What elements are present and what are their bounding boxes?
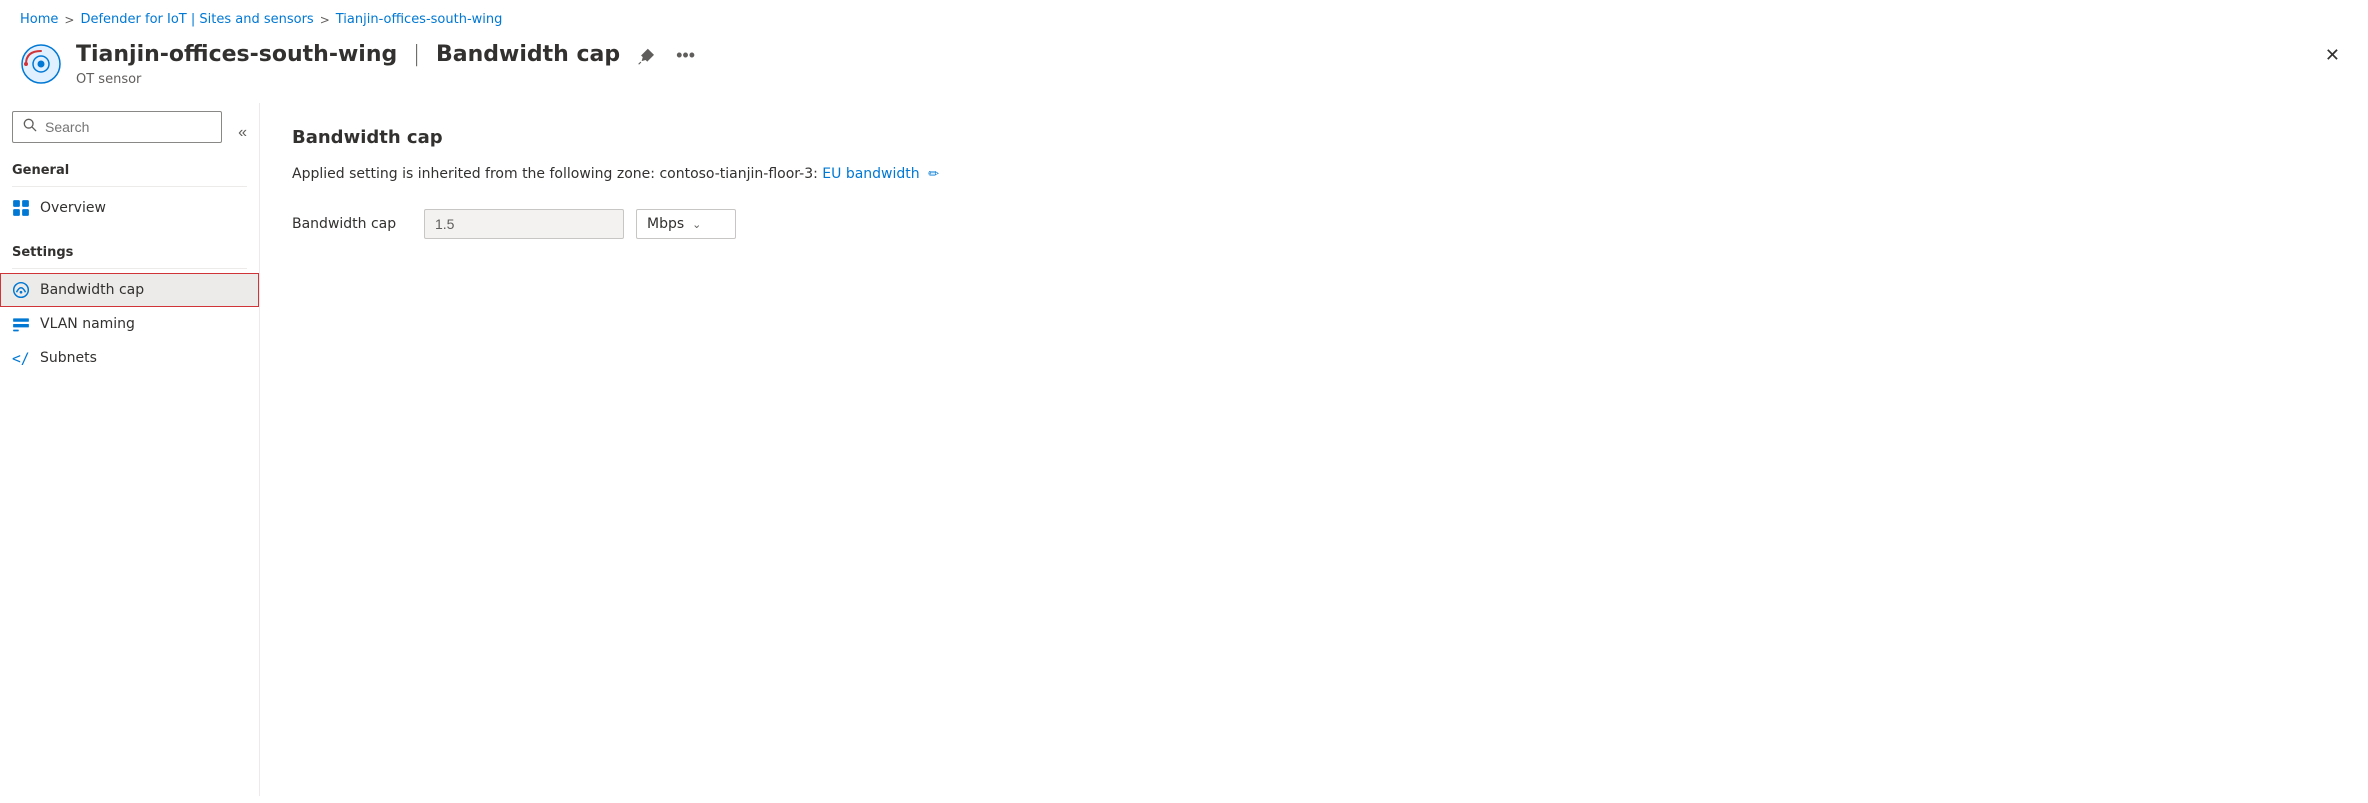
overview-label: Overview — [40, 200, 106, 216]
title-separator: | — [413, 42, 420, 67]
header-text: Tianjin-offices-south-wing | Bandwidth c… — [76, 41, 2297, 87]
search-icon — [23, 118, 37, 136]
page-header-row: Tianjin-offices-south-wing | Bandwidth c… — [0, 35, 2368, 103]
unit-select[interactable]: Mbps ⌄ — [636, 209, 736, 239]
content-title: Bandwidth cap — [292, 127, 2336, 148]
page-header: Tianjin-offices-south-wing | Bandwidth c… — [20, 41, 2317, 103]
sensor-subtitle: OT sensor — [76, 72, 2297, 87]
vlan-naming-label: VLAN naming — [40, 316, 135, 332]
bandwidth-cap-form-row: Bandwidth cap Mbps ⌄ — [292, 209, 2336, 239]
subnets-label: Subnets — [40, 350, 97, 366]
chevron-down-icon: ⌄ — [692, 218, 701, 231]
page-title: Tianjin-offices-south-wing | Bandwidth c… — [76, 41, 620, 70]
sidebar: « General Overview Settings — [0, 103, 260, 796]
search-input[interactable] — [45, 119, 211, 135]
close-button[interactable]: ✕ — [2317, 41, 2348, 70]
sensor-icon — [20, 43, 62, 85]
sidebar-item-overview[interactable]: Overview — [0, 191, 259, 225]
breadcrumb-sep-1: > — [64, 13, 74, 27]
selected-unit-label: Mbps — [647, 216, 684, 232]
collapse-sidebar-button[interactable]: « — [234, 120, 251, 146]
breadcrumb-home[interactable]: Home — [20, 12, 58, 27]
bandwidth-cap-form-label: Bandwidth cap — [292, 216, 412, 232]
breadcrumb-sep-2: > — [320, 13, 330, 27]
search-row: « — [0, 103, 259, 155]
inherited-text: Applied setting is inherited from the fo… — [292, 166, 818, 182]
sidebar-item-vlan-naming[interactable]: VLAN naming — [0, 307, 259, 341]
inherited-notice: Applied setting is inherited from the fo… — [292, 164, 2336, 185]
settings-divider — [12, 268, 247, 269]
more-options-button[interactable]: ••• — [670, 41, 701, 70]
inherited-link[interactable]: EU bandwidth — [822, 166, 919, 182]
subnets-icon: </> — [12, 349, 30, 367]
settings-section-label: Settings — [0, 237, 259, 264]
content-area: Bandwidth cap Applied setting is inherit… — [260, 103, 2368, 796]
breadcrumb: Home > Defender for IoT | Sites and sens… — [0, 0, 2368, 35]
general-section-label: General — [0, 155, 259, 182]
main-layout: « General Overview Settings — [0, 103, 2368, 796]
bandwidth-cap-label: Bandwidth cap — [40, 282, 144, 298]
svg-text:</>: </> — [12, 351, 30, 367]
pin-button[interactable] — [630, 43, 660, 69]
sidebar-item-bandwidth-cap[interactable]: Bandwidth cap — [0, 273, 259, 307]
edit-inherited-icon[interactable]: ✏ — [928, 167, 939, 182]
search-box[interactable] — [12, 111, 222, 143]
general-divider — [12, 186, 247, 187]
bandwidth-icon — [12, 281, 30, 299]
overview-icon — [12, 199, 30, 217]
bandwidth-value-input[interactable] — [424, 209, 624, 239]
sidebar-item-subnets[interactable]: </> Subnets — [0, 341, 259, 375]
breadcrumb-sensor[interactable]: Tianjin-offices-south-wing — [336, 12, 503, 27]
vlan-icon — [12, 315, 30, 333]
breadcrumb-sites[interactable]: Defender for IoT | Sites and sensors — [80, 12, 313, 27]
